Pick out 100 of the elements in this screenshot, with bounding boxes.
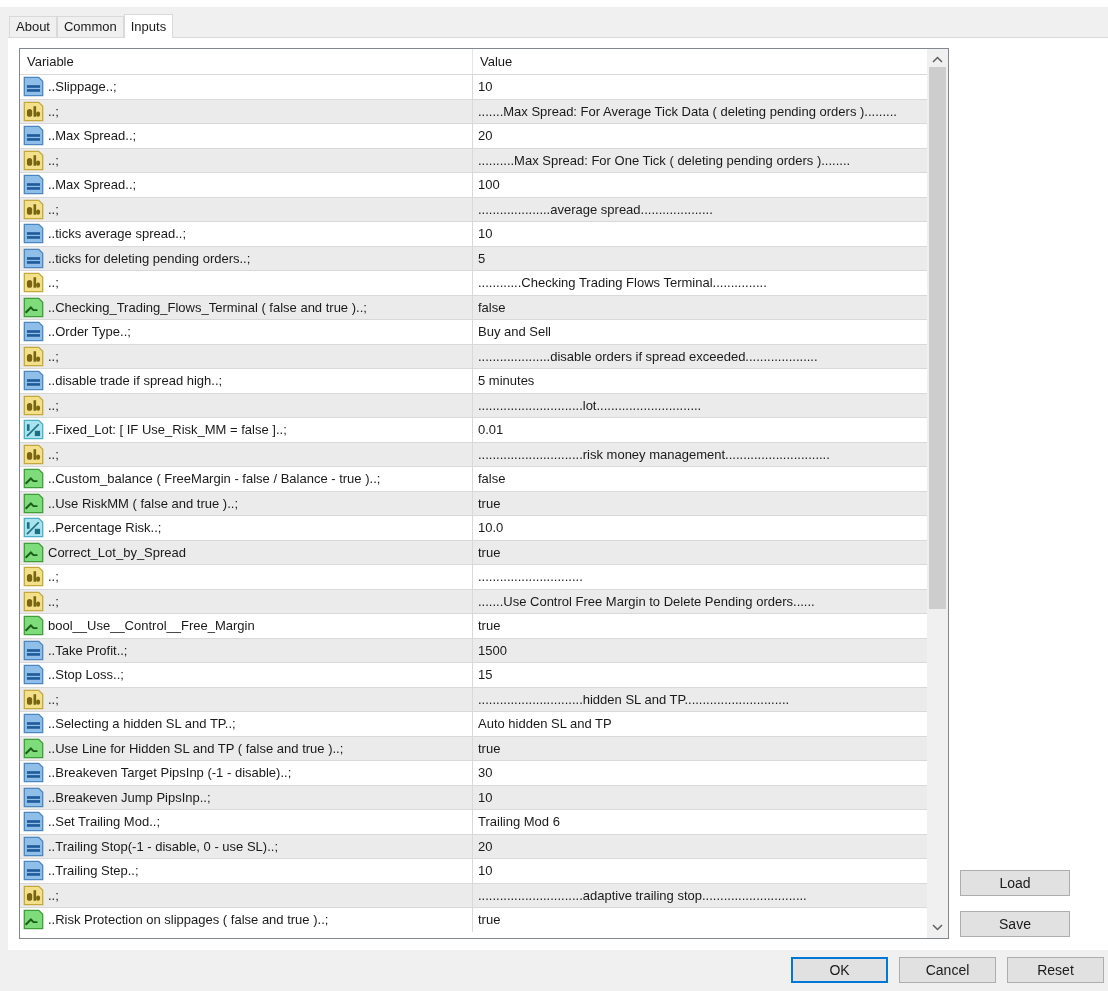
tab[interactable]: Common (57, 16, 124, 37)
number-icon (23, 713, 44, 735)
fraction-icon (23, 517, 44, 539)
value-cell[interactable]: Trailing Mod 6 (478, 812, 560, 832)
scroll-thumb[interactable] (929, 67, 946, 609)
variable-name: ..Order Type..; (48, 323, 131, 341)
variable-name: bool__Use__Control__Free_Margin (48, 617, 255, 635)
value-cell[interactable]: false (478, 297, 506, 317)
variable-name: ..; (48, 151, 59, 170)
text-icon (23, 198, 44, 220)
value-cell[interactable]: 5 minutes (478, 371, 535, 391)
number-icon (23, 76, 44, 98)
side-button[interactable]: Load (960, 870, 1070, 896)
value-cell[interactable]: .............................hidden SL and TP............................. (478, 689, 790, 709)
variable-name: ..Trailing Step..; (48, 862, 139, 880)
variable-name: ..Take Profit..; (48, 641, 128, 660)
variable-name: ..; (48, 886, 59, 905)
variable-name: ..; (48, 592, 59, 611)
value-cell[interactable]: true (478, 616, 501, 636)
dialog-button[interactable]: OK (791, 957, 888, 983)
value-cell[interactable]: true (478, 542, 501, 562)
dialog-button[interactable]: Cancel (899, 957, 996, 983)
value-cell[interactable]: .............................adaptive trailing stop............................. (478, 885, 807, 905)
value-cell[interactable]: 5 (478, 248, 486, 268)
number-icon (23, 125, 44, 147)
variable-name: ..ticks for deleting pending orders..; (48, 249, 251, 268)
value-cell[interactable]: 10 (478, 224, 493, 244)
variable-name: ..Max Spread..; (48, 176, 137, 194)
number-icon (23, 174, 44, 196)
number-icon (23, 762, 44, 784)
value-cell[interactable]: ....................disable orders if spread exceeded.................... (478, 346, 818, 366)
value-cell[interactable]: false (478, 469, 506, 489)
fraction-icon (23, 419, 44, 441)
toggle-icon (23, 541, 44, 563)
variable-name: ..; (48, 445, 59, 464)
toggle-icon (23, 296, 44, 318)
value-cell[interactable]: ............Checking Trading Flows Terminal............... (478, 273, 767, 293)
value-cell[interactable]: 0.01 (478, 420, 504, 440)
value-cell[interactable]: 15 (478, 665, 493, 685)
variable-name: ..Percentage Risk..; (48, 519, 162, 537)
variable-name: ..disable trade if spread high..; (48, 372, 223, 390)
text-icon (23, 272, 44, 294)
toggle-icon (23, 468, 44, 490)
value-cell[interactable]: true (478, 910, 501, 930)
number-icon (23, 811, 44, 833)
value-cell[interactable]: ..........Max Spread: For One Tick ( deleting pending orders )........ (478, 150, 851, 170)
tab[interactable]: About (9, 16, 57, 37)
value-cell[interactable]: .............................risk money management............................. (478, 444, 830, 464)
number-icon (23, 786, 44, 808)
variable-name: ..ticks average spread..; (48, 225, 186, 243)
value-cell[interactable]: 10 (478, 77, 493, 97)
value-cell[interactable]: true (478, 738, 501, 758)
value-cell[interactable]: .......Max Spread: For Average Tick Data ( deleting pending orders )......... (478, 101, 897, 121)
value-cell[interactable]: 10 (478, 861, 493, 881)
dialog-button[interactable]: Reset (1007, 957, 1104, 983)
text-icon (23, 394, 44, 416)
value-cell[interactable]: .......Use Control Free Margin to Delete Pending orders...... (478, 591, 815, 611)
value-cell[interactable]: 30 (478, 763, 493, 783)
text-icon (23, 566, 44, 588)
tab[interactable]: Inputs (123, 14, 174, 38)
scroll-up-icon[interactable] (932, 56, 943, 63)
value-cell[interactable]: true (478, 493, 501, 513)
variable-name: ..Set Trailing Mod..; (48, 813, 160, 831)
toggle-icon (23, 737, 44, 759)
variable-name: ..Max Spread..; (48, 127, 137, 145)
variable-name: ..Breakeven Jump PipsInp..; (48, 788, 211, 807)
value-cell[interactable]: 10 (478, 787, 493, 807)
scroll-down-icon[interactable] (932, 924, 943, 931)
number-icon (23, 860, 44, 882)
variable-name: ..Breakeven Target PipsInp (-1 - disable)..; (48, 764, 292, 782)
variable-name: ..; (48, 396, 59, 415)
variable-name: ..; (48, 200, 59, 219)
number-icon (23, 247, 44, 269)
variable-name: ..Fixed_Lot: [ IF Use_Risk_MM = false ]..; (48, 421, 287, 439)
value-cell[interactable]: .............................lot............................. (478, 395, 702, 415)
value-cell[interactable]: ....................average spread.................... (478, 199, 713, 219)
value-cell[interactable]: 10.0 (478, 518, 504, 538)
text-icon (23, 688, 44, 710)
toggle-icon (23, 909, 44, 931)
variable-name: ..Slippage..; (48, 78, 117, 96)
text-icon (23, 345, 44, 367)
variable-name: ..Trailing Stop(-1 - disable, 0 - use SL)..; (48, 837, 278, 856)
number-icon (23, 370, 44, 392)
number-icon (23, 664, 44, 686)
variable-name: ..Checking_Trading_Flows_Terminal ( false and true )..; (48, 298, 367, 317)
value-cell[interactable]: 20 (478, 126, 493, 146)
variable-name: ..Risk Protection on slippages ( false and true )..; (48, 911, 329, 929)
variable-name: ..Use Line for Hidden SL and TP ( false and true )..; (48, 739, 344, 758)
variable-name: ..Custom_balance ( FreeMargin - false / Balance - true )..; (48, 470, 381, 488)
text-icon (23, 149, 44, 171)
number-icon (23, 639, 44, 661)
side-button[interactable]: Save (960, 911, 1070, 937)
text-icon (23, 100, 44, 122)
scrollbar[interactable] (927, 49, 948, 938)
value-cell[interactable]: 100 (478, 175, 500, 195)
value-cell[interactable]: Auto hidden SL and TP (478, 714, 612, 734)
value-cell[interactable]: 1500 (478, 640, 507, 660)
value-cell[interactable]: Buy and Sell (478, 322, 551, 342)
value-cell[interactable]: ............................. (478, 567, 583, 587)
value-cell[interactable]: 20 (478, 836, 493, 856)
